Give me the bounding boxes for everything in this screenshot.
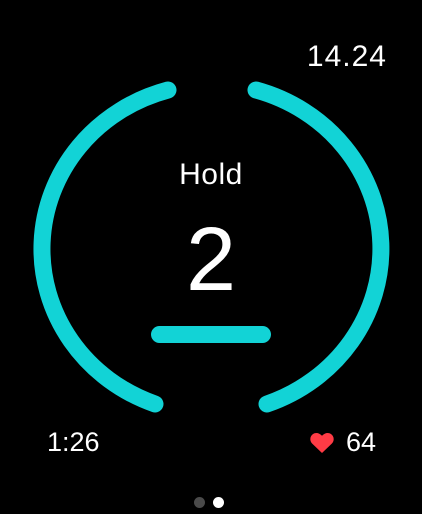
page-dot-2[interactable] (213, 497, 224, 508)
phase-label: Hold (179, 158, 243, 191)
elapsed-time: 1:26 (47, 427, 100, 457)
phase-count: 2 (185, 210, 237, 310)
heart-rate-value: 64 (345, 427, 376, 457)
phase-progress-bar (151, 326, 271, 343)
heart-rate: 64 (310, 427, 376, 458)
page-indicator[interactable] (194, 497, 224, 508)
heart-icon (310, 432, 334, 453)
page-dot-1[interactable] (194, 497, 205, 508)
